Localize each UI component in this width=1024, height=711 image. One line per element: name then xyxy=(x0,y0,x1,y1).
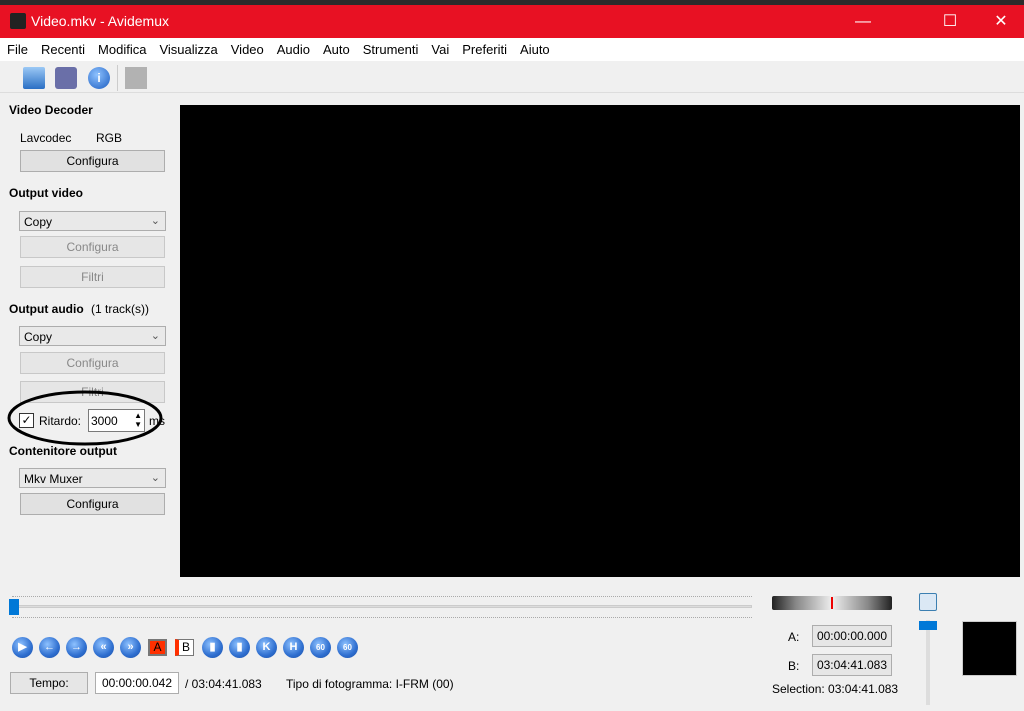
chevron-down-icon: ⌄ xyxy=(150,330,160,342)
selection-duration: Selection: 03:04:41.083 xyxy=(772,682,899,696)
back-60-icon[interactable]: 60 xyxy=(310,637,331,658)
chevron-down-icon: ⌄ xyxy=(150,215,160,227)
toolbar-separator xyxy=(117,65,118,91)
menu-file[interactable]: File xyxy=(0,38,34,57)
volume-slider-handle[interactable] xyxy=(919,621,937,630)
toolbar: i xyxy=(0,61,1024,93)
marker-b-value: 03:04:41.083 xyxy=(812,654,892,676)
filter-icon[interactable] xyxy=(125,67,147,89)
timeline-handle[interactable] xyxy=(9,599,19,615)
audio-codec-select[interactable]: Copy ⌄ xyxy=(19,326,166,346)
maximize-button[interactable]: ☐ xyxy=(927,5,973,38)
close-button[interactable]: ✕ xyxy=(978,5,1024,38)
muxer-select[interactable]: Mkv Muxer ⌄ xyxy=(19,468,166,488)
menu-video[interactable]: Video xyxy=(224,38,270,57)
play-icon[interactable]: ▶ xyxy=(12,637,33,658)
open-icon[interactable] xyxy=(23,67,45,89)
video-configure-button[interactable]: Configura xyxy=(20,236,165,258)
jog-indicator xyxy=(831,597,833,609)
menu-bar: File Recenti Modifica Visualizza Video Audio A… xyxy=(0,38,1024,61)
timeline-ticks-top xyxy=(12,596,752,599)
video-filters-button[interactable]: Filtri xyxy=(20,266,165,288)
go-to-start-icon[interactable]: K xyxy=(256,637,277,658)
next-frame-icon[interactable]: → xyxy=(66,637,87,658)
output-video-title: Output video xyxy=(9,186,83,200)
video-decoder-title: Video Decoder xyxy=(9,103,93,117)
current-time-input[interactable]: 00:00:00.042 xyxy=(95,672,179,694)
decoder-format: RGB xyxy=(96,131,123,145)
audio-codec-value: Copy xyxy=(24,330,53,344)
chevron-down-icon: ⌄ xyxy=(150,472,160,484)
menu-audio[interactable]: Audio xyxy=(270,38,316,57)
forward-60-icon[interactable]: 60 xyxy=(337,637,358,658)
previous-keyframe-icon[interactable]: « xyxy=(93,637,114,658)
volume-speaker-icon[interactable] xyxy=(919,593,937,611)
timeline-ticks-bottom xyxy=(12,617,752,620)
jog-shuttle[interactable] xyxy=(772,596,892,610)
go-to-marker-b-icon[interactable]: ▮ xyxy=(229,637,250,658)
app-clapper-icon xyxy=(10,13,26,29)
set-marker-b-button[interactable]: B xyxy=(175,639,194,656)
menu-vai[interactable]: Vai xyxy=(424,38,455,57)
window-title: Video.mkv - Avidemux xyxy=(31,13,169,29)
container-title: Contenitore output xyxy=(9,444,117,458)
video-codec-select[interactable]: Copy ⌄ xyxy=(19,211,166,231)
set-marker-a-button[interactable]: A xyxy=(148,639,167,656)
marker-a-label: A: xyxy=(788,630,800,644)
menu-auto[interactable]: Auto xyxy=(316,38,356,57)
decoder-configure-button[interactable]: Configura xyxy=(20,150,165,172)
menu-visualizza[interactable]: Visualizza xyxy=(152,38,223,57)
info-icon[interactable]: i xyxy=(88,67,110,89)
menu-strumenti[interactable]: Strumenti xyxy=(356,38,425,57)
output-audio-title: Output audio xyxy=(9,302,84,316)
marker-a-value: 00:00:00.000 xyxy=(812,625,892,647)
go-to-end-icon[interactable]: H xyxy=(283,637,304,658)
marker-b-label: B: xyxy=(788,659,800,673)
title-bar: Video.mkv - Avidemux — ☐ ✕ xyxy=(0,5,1024,38)
annotation-circle xyxy=(7,390,163,446)
video-preview xyxy=(180,105,1020,577)
audio-configure-button[interactable]: Configura xyxy=(20,352,165,374)
minimize-button[interactable]: — xyxy=(840,5,886,38)
volume-slider-track[interactable] xyxy=(926,620,930,705)
audio-track-count: (1 track(s)) xyxy=(91,302,149,316)
video-codec-value: Copy xyxy=(24,215,53,229)
next-keyframe-icon[interactable]: » xyxy=(120,637,141,658)
timeline-track[interactable] xyxy=(12,605,752,608)
total-time: / 03:04:41.083 xyxy=(185,677,262,691)
save-icon[interactable] xyxy=(55,67,77,89)
go-to-marker-a-icon[interactable]: ▮ xyxy=(202,637,223,658)
frame-type: Tipo di fotogramma: I-FRM (00) xyxy=(286,677,454,691)
menu-aiuto[interactable]: Aiuto xyxy=(513,38,556,57)
menu-modifica[interactable]: Modifica xyxy=(91,38,152,57)
muxer-value: Mkv Muxer xyxy=(24,472,83,486)
decoder-name: Lavcodec xyxy=(20,131,72,145)
time-button[interactable]: Tempo: xyxy=(10,672,88,694)
menu-preferiti[interactable]: Preferiti xyxy=(455,38,513,57)
menu-recenti[interactable]: Recenti xyxy=(34,38,91,57)
audio-meter xyxy=(962,621,1017,676)
muxer-configure-button[interactable]: Configura xyxy=(20,493,165,515)
previous-frame-icon[interactable]: ← xyxy=(39,637,60,658)
